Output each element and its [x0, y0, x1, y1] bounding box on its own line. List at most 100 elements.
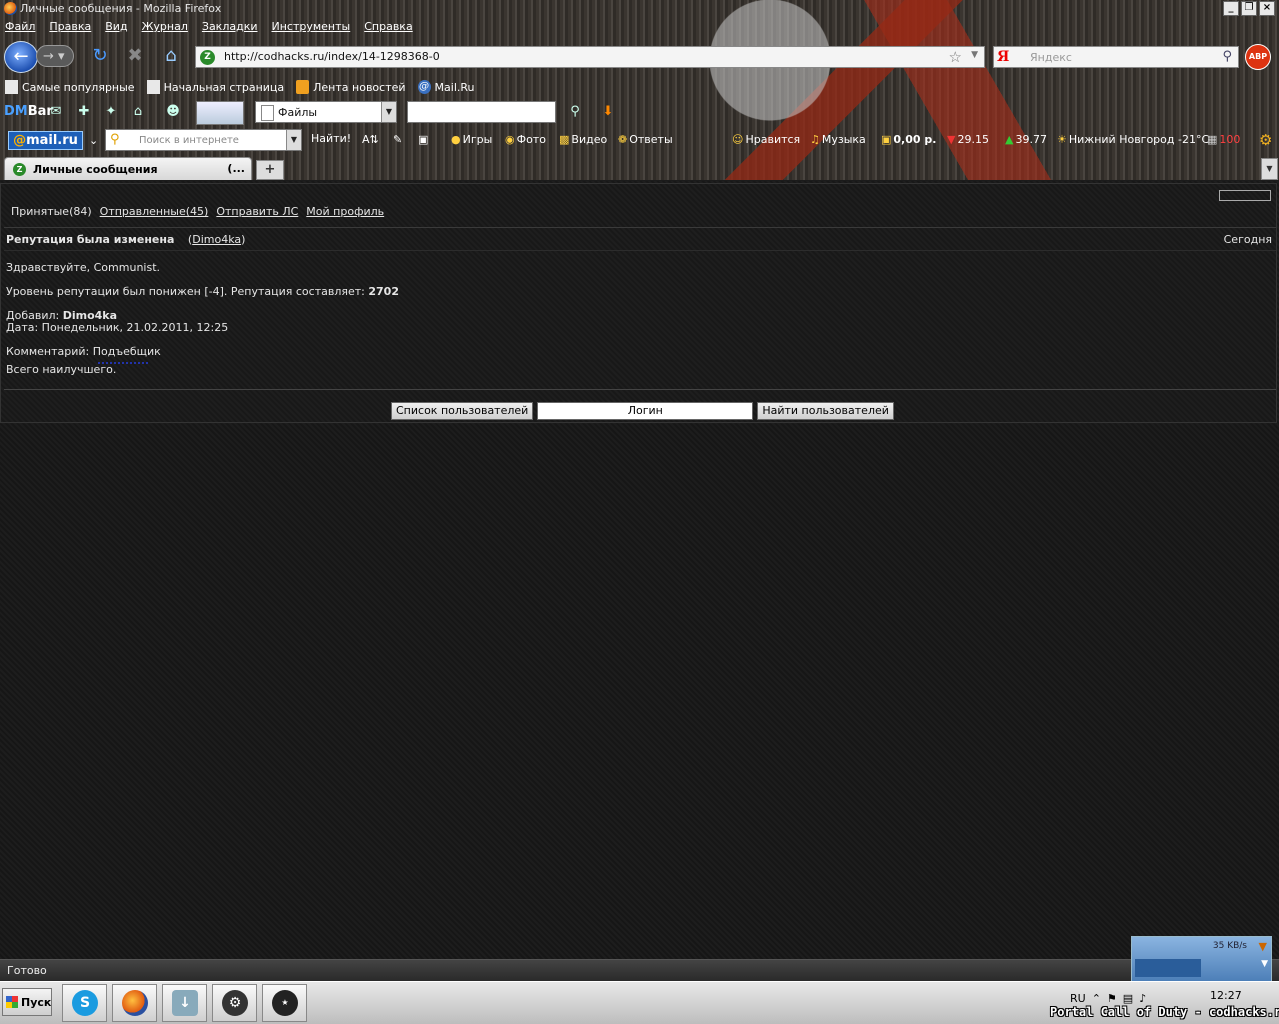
pm-send-link[interactable]: Отправить ЛС: [216, 205, 298, 218]
dmbar-category-select[interactable]: Файлы ▼: [255, 101, 397, 123]
stop-icon[interactable]: ✖: [124, 46, 146, 66]
puzzle-icon[interactable]: ✦: [103, 104, 119, 120]
find-button[interactable]: Найти!: [311, 132, 351, 145]
volume-icon[interactable]: ♪: [1139, 992, 1146, 1005]
tab-private-messages[interactable]: Z Личные сообщения (...: [4, 157, 252, 180]
bookmark-mailru[interactable]: @ Mail.Ru: [417, 77, 475, 97]
bookmark-news-feed[interactable]: Лента новостей: [296, 77, 406, 97]
network-speed-widget[interactable]: 35 KB/s ▼ ▼: [1131, 936, 1272, 982]
flag-icon[interactable]: ⚑: [1107, 992, 1117, 1005]
network-speed: 35 KB/s: [1212, 941, 1247, 951]
home-icon[interactable]: ⌂: [160, 46, 182, 66]
menu-view[interactable]: Вид: [105, 20, 127, 38]
chevron-down-icon[interactable]: ▼: [1261, 959, 1268, 969]
url-text[interactable]: http://codhacks.ru/index/14-1298368-0: [224, 50, 440, 63]
likes-link[interactable]: ☺ Нравится: [732, 133, 800, 146]
tab-close-button[interactable]: (...: [227, 162, 245, 175]
menu-bookmarks[interactable]: Закладки: [202, 20, 258, 38]
tab-list-button[interactable]: ▼: [1261, 158, 1278, 180]
search-icon[interactable]: ⚲: [567, 104, 583, 120]
new-tab-button[interactable]: +: [256, 160, 284, 180]
slider-control[interactable]: [1219, 190, 1271, 201]
start-button[interactable]: Пуск: [2, 988, 52, 1016]
forward-arrow-icon: → ▾: [43, 49, 65, 64]
dmbar-search-input[interactable]: [407, 101, 556, 123]
video-link[interactable]: ▩ Видео: [559, 133, 607, 146]
search-icon[interactable]: ⚲: [1222, 49, 1232, 64]
mailru-search-input[interactable]: ⚲ Поиск в интернете ▼: [105, 129, 302, 151]
url-dropdown-icon[interactable]: ▼: [971, 50, 978, 60]
pm-sent-link[interactable]: Отправленные(45): [100, 205, 209, 218]
chat-icon[interactable]: ✉: [48, 104, 64, 120]
eur-rate[interactable]: ▲ 39.77: [1005, 133, 1047, 146]
bookmark-most-visited[interactable]: Самые популярные: [5, 77, 135, 97]
minimize-button[interactable]: _: [1223, 1, 1239, 16]
network-icon[interactable]: ▤: [1123, 992, 1133, 1005]
house-icon[interactable]: ⌂: [130, 104, 146, 120]
language-indicator[interactable]: RU: [1070, 992, 1086, 1005]
zoom-icon[interactable]: ▣: [418, 133, 428, 146]
music-link[interactable]: ♫ Музыка: [810, 133, 866, 146]
taskbar-skype[interactable]: S: [62, 984, 107, 1022]
gear-icon[interactable]: ⚙: [1259, 131, 1272, 149]
usd-rate[interactable]: ▼ 29.15: [947, 133, 989, 146]
menu-help[interactable]: Справка: [364, 20, 412, 38]
url-bar[interactable]: Z http://codhacks.ru/index/14-1298368-0 …: [195, 46, 985, 68]
hand-button[interactable]: [196, 101, 244, 125]
user-add-icon[interactable]: ☻: [165, 104, 181, 120]
menu-tools[interactable]: Инструменты: [272, 20, 351, 38]
sender-link[interactable]: Dimo4ka: [192, 233, 241, 246]
login-input[interactable]: Логин: [537, 402, 754, 420]
download-arrow-icon[interactable]: ⬇: [600, 104, 616, 120]
mailru-toolbar: @mail.ru ⌄ ⚲ Поиск в интернете ▼ Найти! …: [0, 128, 1279, 152]
weather-link[interactable]: ☀ Нижний Новгород -21°C: [1057, 133, 1209, 146]
answers-link[interactable]: ❁ Ответы: [618, 133, 673, 146]
video-icon: ▩: [559, 133, 570, 146]
bookmark-start-page[interactable]: Начальная страница: [146, 77, 284, 97]
mailru-logo[interactable]: @mail.ru: [8, 131, 83, 150]
yandex-logo[interactable]: Я: [997, 49, 1009, 65]
chevron-down-icon[interactable]: ⌄: [89, 134, 98, 147]
reload-icon[interactable]: ↻: [89, 46, 111, 66]
photo-link[interactable]: ◉ Фото: [505, 133, 546, 146]
pm-received-link[interactable]: Принятые(84): [11, 205, 92, 218]
search-bar[interactable]: Я Яндекс ⚲: [993, 46, 1239, 68]
at-icon: @: [417, 80, 431, 94]
menu-edit[interactable]: Правка: [49, 20, 91, 38]
back-button[interactable]: ←: [4, 41, 38, 73]
plus-icon[interactable]: ✚: [76, 104, 92, 120]
pen-icon[interactable]: ✎: [393, 133, 402, 146]
windows-logo-icon: [6, 996, 18, 1008]
find-users-button[interactable]: Найти пользователей: [757, 402, 894, 420]
close-button[interactable]: ×: [1259, 1, 1275, 16]
search-placeholder[interactable]: Яндекс: [1030, 51, 1072, 64]
message-sender: (Dimo4ka): [187, 233, 246, 246]
taskbar-downloader[interactable]: ↓: [162, 984, 207, 1022]
games-link[interactable]: ● Игры: [451, 133, 492, 146]
firefox-icon: [122, 990, 148, 1016]
traffic-counter[interactable]: ▦ 100: [1207, 133, 1240, 146]
balance-link[interactable]: ▣ 0,00 р.: [881, 133, 936, 146]
firefox-icon: [4, 2, 17, 15]
taskbar-game[interactable]: ★: [262, 984, 307, 1022]
menu-history[interactable]: Журнал: [142, 20, 188, 38]
menu-file[interactable]: Файл: [5, 20, 35, 38]
network-graph: [1135, 959, 1201, 977]
my-profile-link[interactable]: Мой профиль: [306, 205, 384, 218]
adblock-button[interactable]: ABP: [1245, 44, 1271, 70]
dmbar-logo[interactable]: DMBar: [4, 104, 53, 119]
maximize-button[interactable]: ❐: [1241, 1, 1257, 16]
bookmark-star-icon[interactable]: ☆: [949, 48, 962, 66]
page-background: [0, 424, 1279, 959]
font-size-icon[interactable]: A⇅: [362, 133, 379, 146]
games-icon: ●: [451, 133, 461, 146]
taskbar-steam[interactable]: ⚙: [212, 984, 257, 1022]
clock[interactable]: 12:27: [1210, 989, 1242, 1002]
tray-expand-icon[interactable]: ⌃: [1092, 992, 1101, 1005]
user-list-button[interactable]: Список пользователей: [391, 402, 534, 420]
date-text: Дата: Понедельник, 21.02.2011, 12:25: [6, 321, 229, 334]
forward-button[interactable]: → ▾: [36, 45, 74, 67]
taskbar-firefox[interactable]: [112, 984, 157, 1022]
chevron-down-icon: ▼: [286, 130, 301, 150]
bookmarks-bar: Самые популярные Начальная страница Лент…: [0, 77, 475, 97]
